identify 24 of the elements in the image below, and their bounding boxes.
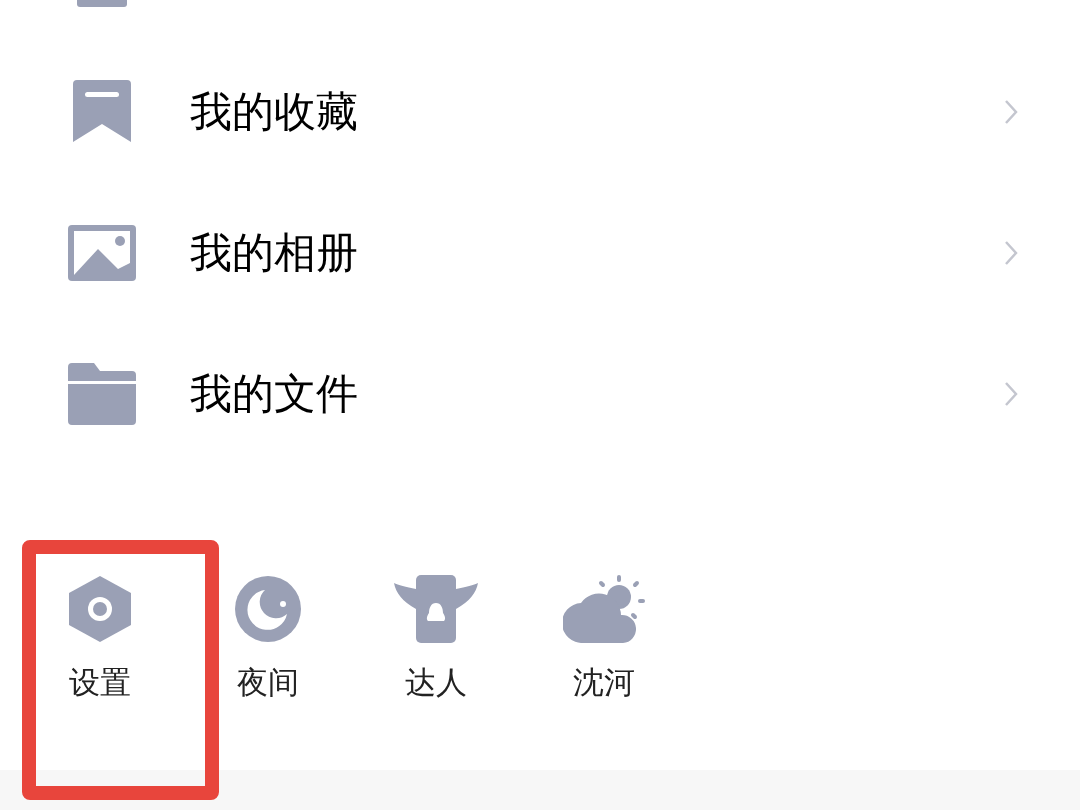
settings-icon <box>69 576 131 642</box>
bookmark-icon <box>73 79 131 144</box>
shortcut-item[interactable]: 沈河 <box>520 575 688 706</box>
menu-label: 我的收藏 <box>190 86 359 138</box>
shortcut-item[interactable]: 设置 <box>16 575 184 706</box>
winged-phone-icon <box>394 575 478 643</box>
menu-item[interactable]: 我的收藏 <box>0 41 1080 182</box>
chevron-right-icon <box>1004 239 1018 266</box>
shortcut-label: 达人 <box>405 663 467 702</box>
menu-item[interactable]: 我的文件 <box>0 323 1080 464</box>
menu-item[interactable]: 我的相册 <box>0 182 1080 323</box>
chevron-right-icon <box>1004 98 1018 125</box>
chevron-right-icon <box>1004 380 1018 407</box>
cloud-sun-icon <box>563 575 645 643</box>
menu-label: 我的文件 <box>190 368 359 420</box>
shortcut-label: 沈河 <box>573 663 635 702</box>
shortcut-item[interactable]: 夜间 <box>184 575 352 706</box>
image-icon <box>68 224 136 281</box>
moon-icon <box>235 576 301 642</box>
menu-label: 我的相册 <box>190 227 359 279</box>
shortcut-item[interactable]: 达人 <box>352 575 520 706</box>
shortcut-label: 设置 <box>69 663 131 702</box>
folder-icon <box>68 362 136 425</box>
shortcut-label: 夜间 <box>237 663 299 702</box>
